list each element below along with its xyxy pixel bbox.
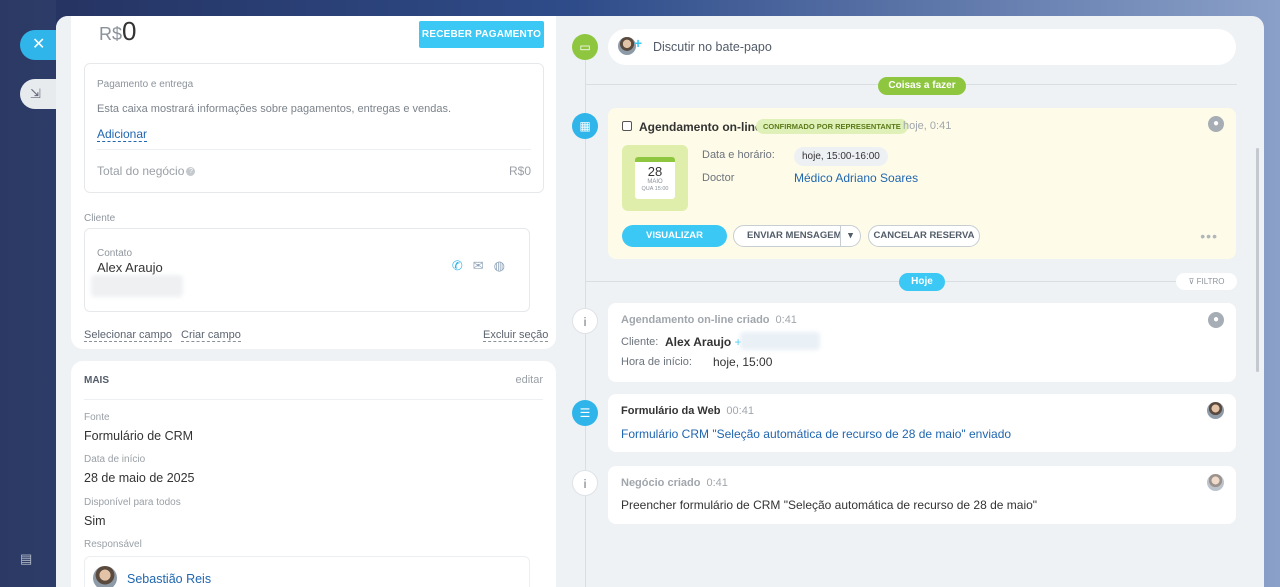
info-icon: i [572,308,598,334]
view-button[interactable]: VISUALIZAR [622,225,727,247]
deal-amount: R$0 [99,16,137,46]
client-box: Contato Alex Araujo ✆✉◍ [84,228,530,312]
blurred-phone [740,332,820,350]
booking-time: hoje, 0:41 [903,120,952,132]
status-badge: CONFIRMADO POR REPRESENTANTE [756,119,908,134]
booking-activity-card: Agendamento on-line CONFIRMADO POR REPRE… [608,108,1236,259]
client-section-label: Cliente [84,213,116,224]
payment-card: R$0 RECEBER PAGAMENTO Pagamento e entreg… [71,16,556,349]
field-label: Data de início [84,454,146,465]
start-value: hoje, 15:00 [713,355,773,369]
client-label: Cliente: [621,336,659,348]
mail-icon[interactable]: ✉ [473,258,494,273]
delete-section-link[interactable]: Excluir seção [483,329,549,342]
more-title: MAIS [84,375,109,386]
chat-placeholder: Discutir no bate-papo [653,40,772,54]
chat-input[interactable]: + Discutir no bate-papo [608,29,1236,65]
form-link[interactable]: Formulário CRM "Seleção automática de re… [621,427,1011,441]
todo-pill: Coisas a fazer [878,77,966,95]
select-field-link[interactable]: Selecionar campo [84,329,173,342]
field-value: 28 de maio de 2025 [84,471,195,485]
responsible-avatar [93,566,117,587]
cancel-booking-button[interactable]: CANCELAR RESERVA [868,225,980,247]
chat-icon[interactable]: ◍ [494,258,515,273]
scrollbar[interactable] [1256,148,1259,372]
doctor-label: Doctor [702,172,735,184]
total-label: Total do negócio? [97,164,196,178]
event-title: Negócio criado 0:41 [621,477,728,489]
event-text: Preencher formulário de CRM "Seleção aut… [621,498,1038,512]
minimize-icon: ⇲ [30,86,41,101]
datetime-label: Data e horário: [702,149,775,161]
chevron-down-icon[interactable]: ▾ [840,226,860,246]
send-message-button[interactable]: ENVIAR MENSAGEM ▾ [733,225,861,247]
contact-name[interactable]: Alex Araujo [97,260,163,275]
calendar-card: 28 MAIO QUA 15:00 [635,157,675,199]
user-icon[interactable]: ● [1208,116,1224,132]
responsible-box: Sebastião Reis [84,556,530,587]
calendar-widget: 28 MAIO QUA 15:00 [622,145,688,211]
calendar-activity-icon: ▦ [572,113,598,139]
blurred-phone [91,275,183,297]
field-value: Sim [84,514,106,528]
field-value: Formulário de CRM [84,429,194,443]
filter-icon: ⊽ [1188,277,1197,286]
doctor-link[interactable]: Médico Adriano Soares [794,171,918,185]
total-value: R$0 [508,164,531,178]
contact-actions: ✆✉◍ [452,258,515,274]
add-payment-link[interactable]: Adicionar [97,127,148,142]
close-icon: ✕ [32,36,46,53]
create-field-link[interactable]: Criar campo [181,329,241,342]
field-label: Disponível para todos [84,497,181,508]
filter-button[interactable]: ⊽ FILTRO [1176,273,1237,290]
payment-title: Pagamento e entrega [97,79,194,90]
timeline: ▭ + Discutir no bate-papo Coisas a fazer… [556,16,1264,587]
booking-title: Agendamento on-line [639,120,762,134]
more-section: MAIS editar Fonte Formulário de CRM Data… [71,361,556,587]
datetime-value: hoje, 15:00-16:00 [794,147,888,166]
add-participant-icon[interactable]: + [634,35,642,51]
contact-label: Contato [97,248,133,259]
print-icon[interactable]: ▤ [20,551,36,566]
more-icon[interactable]: ••• [1200,228,1218,244]
receive-payment-button[interactable]: RECEBER PAGAMENTO [419,21,544,48]
phone-icon[interactable]: ✆ [452,258,473,273]
author-avatar[interactable] [1207,402,1224,419]
field-label: Fonte [84,412,110,423]
complete-checkbox[interactable] [622,121,632,131]
timeline-event: Agendamento on-line criado 0:41 ● Cliente… [608,303,1236,382]
start-label: Hora de início: [621,356,692,368]
user-icon[interactable]: ● [1208,312,1224,328]
edit-link[interactable]: editar [515,374,543,386]
payment-description: Esta caixa mostrará informações sobre pa… [97,103,452,115]
chat-bubble-icon: ▭ [572,34,598,60]
info-icon: i [572,470,598,496]
event-title: Formulário da Web 00:41 [621,405,754,417]
today-pill: Hoje [899,273,945,291]
left-column: R$0 RECEBER PAGAMENTO Pagamento e entreg… [56,16,556,587]
divider [97,149,531,150]
responsible-label: Responsável [84,539,142,550]
client-name[interactable]: Alex Araujo + [665,335,742,349]
author-avatar[interactable] [1207,474,1224,491]
responsible-name[interactable]: Sebastião Reis [127,572,211,586]
web-form-icon: ☰ [572,400,598,426]
event-title: Agendamento on-line criado 0:41 [621,314,797,326]
payment-box: Pagamento e entrega Esta caixa mostrará … [84,63,544,193]
timeline-event: Formulário da Web 00:41 Formulário CRM "S… [608,394,1236,452]
divider [84,399,543,400]
help-icon[interactable]: ? [186,167,196,177]
deal-slider: R$0 RECEBER PAGAMENTO Pagamento e entreg… [56,16,1264,587]
timeline-event: Negócio criado 0:41 Preencher formulário … [608,466,1236,524]
